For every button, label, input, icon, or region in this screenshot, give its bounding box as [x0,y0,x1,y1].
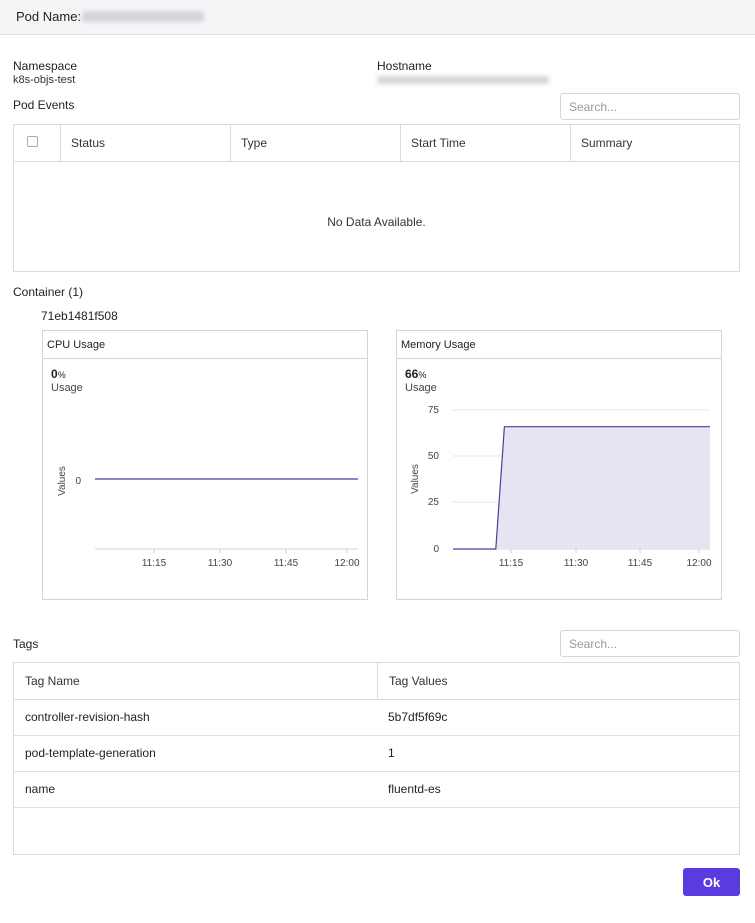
memory-usage-panel: Memory Usage 66% Usage Values 75 50 25 0… [396,330,722,600]
tags-table-header: Tag Name Tag Values [14,663,739,700]
cpu-xtick-2: 11:45 [274,558,299,569]
tags-table: Tag Name Tag Values controller-revision-… [13,662,740,855]
namespace-value: k8s-objs-test [13,74,76,86]
pod-name-value-redacted [82,11,204,22]
cpu-usage-panel: CPU Usage 0% Usage Values 0 11:15 11:30 … [42,330,368,600]
tags-search-input[interactable] [560,630,740,657]
memory-ytick-25: 25 [428,497,440,508]
memory-xtick-2: 11:45 [628,558,653,569]
memory-usage-series-area [453,426,710,549]
pod-events-title: Pod Events [13,98,75,112]
memory-ylabel: Values [410,464,421,494]
tag-value-cell: 5b7df5f69c [388,710,448,724]
column-tag-name[interactable]: Tag Name [14,663,377,699]
container-title: Container (1) [13,285,84,299]
pod-events-search-input[interactable] [560,93,740,120]
cpu-xtick-1: 11:30 [208,558,233,569]
memory-xtick-0: 11:15 [499,558,524,569]
cpu-xtick-3: 12:00 [334,558,359,569]
cpu-usage-chart: Values 0 11:15 11:30 11:45 12:00 [57,466,360,569]
tags-title: Tags [13,637,39,651]
pod-details-dialog: Pod Name: Namespace k8s-objs-test Hostna… [0,0,755,923]
hostname-label: Hostname [377,59,432,73]
select-all-checkbox[interactable] [27,136,38,147]
tag-value-cell: 1 [388,746,395,760]
memory-xtick-3: 12:00 [686,558,711,569]
memory-ytick-50: 50 [428,451,440,462]
tag-name-cell: name [25,782,56,796]
no-data-message: No Data Available. [327,215,426,229]
pod-events-table-header: Status Type Start Time Summary [14,125,739,162]
cpu-ylabel: Values [57,466,68,496]
column-type[interactable]: Type [230,125,400,161]
cpu-xtick-0: 11:15 [142,558,167,569]
column-status[interactable]: Status [60,125,230,161]
table-row[interactable]: controller-revision-hash 5b7df5f69c [14,699,739,736]
table-row[interactable]: name fluentd-es [14,771,739,808]
pod-events-table: Status Type Start Time Summary No Data A… [13,124,740,272]
pod-name-label: Pod Name: [16,9,82,24]
tag-name-cell: pod-template-generation [25,746,156,760]
memory-ytick-75: 75 [428,405,440,416]
namespace-label: Namespace [13,59,78,73]
dialog-header: Pod Name: [0,0,755,35]
select-all-cell [14,125,60,161]
column-start-time[interactable]: Start Time [400,125,570,161]
container-id: 71eb1481f508 [41,309,118,323]
column-tag-values[interactable]: Tag Values [377,663,739,699]
tag-value-cell: fluentd-es [388,782,441,796]
ok-button[interactable]: Ok [683,868,740,896]
memory-xtick-1: 11:30 [564,558,589,569]
memory-ytick-0: 0 [433,544,439,555]
column-summary[interactable]: Summary [570,125,739,161]
table-row[interactable]: pod-template-generation 1 [14,735,739,772]
memory-usage-chart: Values 75 50 25 0 11:15 11:30 11:45 12:0… [410,405,712,569]
hostname-value-redacted [377,76,549,84]
cpu-ytick-0: 0 [75,476,81,487]
tag-name-cell: controller-revision-hash [25,710,150,724]
